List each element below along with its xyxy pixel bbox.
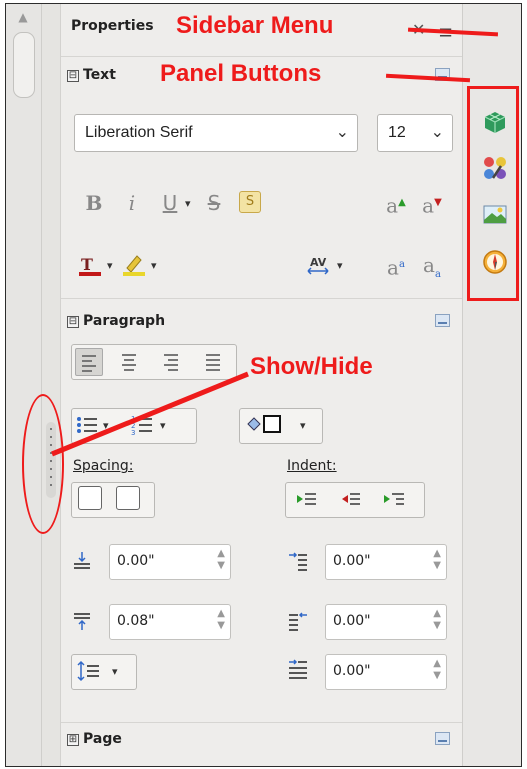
svg-text:AV: AV [310,256,327,269]
more-options-icon[interactable] [435,314,450,327]
first-line-indent-icon [287,658,309,680]
paragraph-panel-header[interactable]: ⊟ Paragraph [61,310,462,336]
character-spacing-dropdown-icon[interactable]: ▾ [337,259,343,272]
first-line-indent-spin[interactable]: 0.00" ▲ ▼ [325,654,447,690]
expand-icon[interactable]: ⊞ [67,734,79,746]
strikethrough-button[interactable]: S [201,190,227,216]
deck-title: Properties [71,18,154,34]
font-color-dropdown-icon[interactable]: ▾ [107,259,113,272]
before-indent-value: 0.00" [333,553,371,569]
scroll-up-icon[interactable]: ▲ [14,10,32,26]
increase-indent-icon [297,493,316,505]
hanging-indent-icon [384,493,404,505]
spin-arrows-icon[interactable]: ▲ ▼ [217,608,225,632]
after-indent-value: 0.00" [333,613,371,629]
below-spacing-spin[interactable]: 0.08" ▲ ▼ [109,604,231,640]
italic-button[interactable]: i [119,190,145,216]
panel-buttons-highlight [467,86,519,301]
background-dropdown-icon[interactable]: ▾ [300,419,306,432]
page-panel-title: Page [83,731,122,747]
font-name-combo[interactable]: Liberation Serif ⌄ [74,114,358,152]
bold-button[interactable]: B [81,190,107,216]
above-spacing-spin[interactable]: 0.00" ▲ ▼ [109,544,231,580]
line-spacing-group: ▾ [71,654,137,690]
highlight-color-button[interactable] [121,252,147,278]
font-size-value: 12 [388,124,406,141]
hanging-indent-button[interactable] [382,486,408,512]
before-indent-icon [287,550,309,572]
page-panel: ⊞ Page [61,722,462,766]
above-spacing-value: 0.00" [117,553,155,569]
indent-label: Indent: [287,458,337,474]
increase-indent-button[interactable] [294,486,320,512]
above-spacing-icon [71,550,93,572]
page-panel-header[interactable]: ⊞ Page [61,728,462,754]
spin-arrows-icon[interactable]: ▲ ▼ [433,658,441,682]
spin-arrows-icon[interactable]: ▲ ▼ [433,548,441,572]
before-indent-spin[interactable]: 0.00" ▲ ▼ [325,544,447,580]
font-size-combo[interactable]: 12 ⌄ [377,114,453,152]
below-spacing-value: 0.08" [117,613,155,629]
show-hide-highlight [22,394,64,534]
subscript-button[interactable]: aa [419,252,445,280]
character-spacing-icon: AV [307,256,329,275]
sidebar-tab-bar [462,4,521,766]
text-panel: ⊟ Text Liberation Serif ⌄ 12 ⌄ B i U ▾ S… [61,56,462,296]
indent-group [285,482,425,518]
panel-buttons-annotation: Panel Buttons [160,60,322,87]
line-spacing-icon [77,660,99,682]
after-indent-spin[interactable]: 0.00" ▲ ▼ [325,604,447,640]
collapse-icon[interactable]: ⊟ [67,316,79,328]
spin-arrows-icon[interactable]: ▲ ▼ [217,548,225,572]
collapse-icon[interactable]: ⊟ [67,70,79,82]
sidebar-window: ▲ Properties ✕ ≡ ⊟ Text Libera [5,3,522,767]
below-spacing-icon [71,610,93,632]
decrease-indent-icon [342,493,360,505]
line-spacing-dropdown-icon[interactable]: ▾ [112,665,118,678]
character-spacing-button[interactable]: AV [305,252,331,278]
more-options-icon[interactable] [435,732,450,745]
highlight-dropdown-icon[interactable]: ▾ [151,259,157,272]
shadow-button[interactable]: S [239,191,261,213]
after-indent-icon [287,610,309,632]
decrease-indent-button[interactable] [338,486,364,512]
underline-button[interactable]: U [157,190,183,216]
font-color-icon: T [79,255,101,276]
text-panel-title: Text [83,67,116,83]
underline-dropdown-icon[interactable]: ▾ [185,197,191,210]
sidebar-menu-annotation: Sidebar Menu [176,12,334,39]
superscript-button[interactable]: aa [383,252,409,280]
svg-text:T: T [81,255,93,274]
grow-font-button[interactable]: a▲ [383,190,409,218]
highlight-icon [123,255,145,276]
chevron-down-icon: ⌄ [430,124,444,141]
show-hide-annotation: Show/Hide [250,353,373,380]
font-name-value: Liberation Serif [85,124,193,141]
chevron-down-icon: ⌄ [335,124,349,141]
scroll-thumb[interactable] [13,32,35,98]
spin-arrows-icon[interactable]: ▲ ▼ [433,608,441,632]
shrink-font-button[interactable]: a▼ [419,190,445,218]
paragraph-panel-title: Paragraph [83,313,166,329]
font-color-button[interactable]: T [77,252,103,278]
line-spacing-button[interactable] [76,658,102,684]
first-line-indent-value: 0.00" [333,663,371,679]
